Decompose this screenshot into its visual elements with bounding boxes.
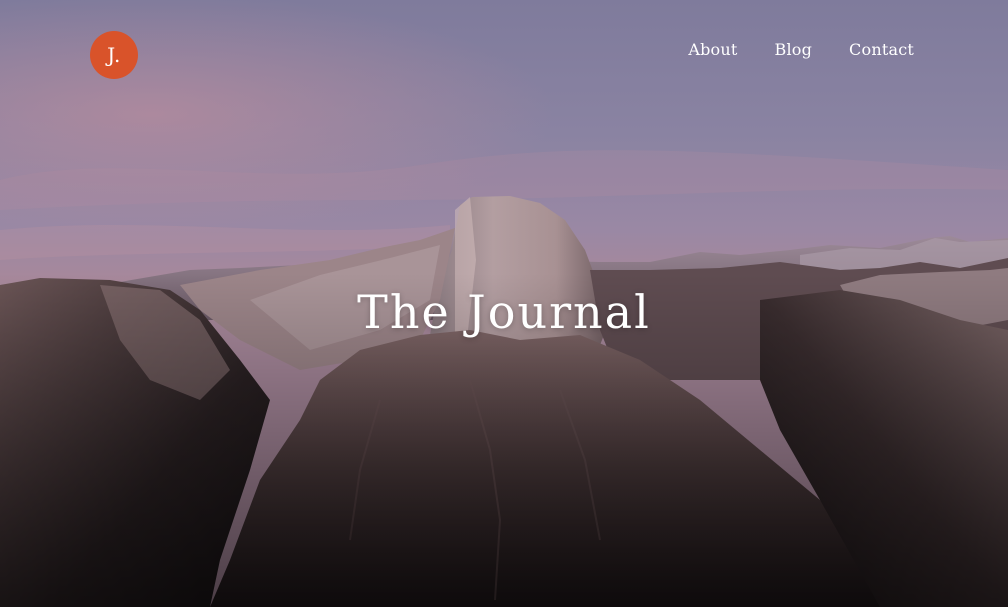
hero-title: The Journal [357, 285, 651, 339]
nav-link-blog[interactable]: Blog [774, 40, 812, 59]
hero-section: J. About Blog Contact The Journal [0, 0, 1008, 607]
main-nav: About Blog Contact [688, 40, 914, 59]
site-logo[interactable]: J. [90, 31, 138, 79]
logo-text: J. [107, 43, 121, 67]
nav-link-contact[interactable]: Contact [849, 40, 914, 59]
nav-link-about[interactable]: About [688, 40, 737, 59]
